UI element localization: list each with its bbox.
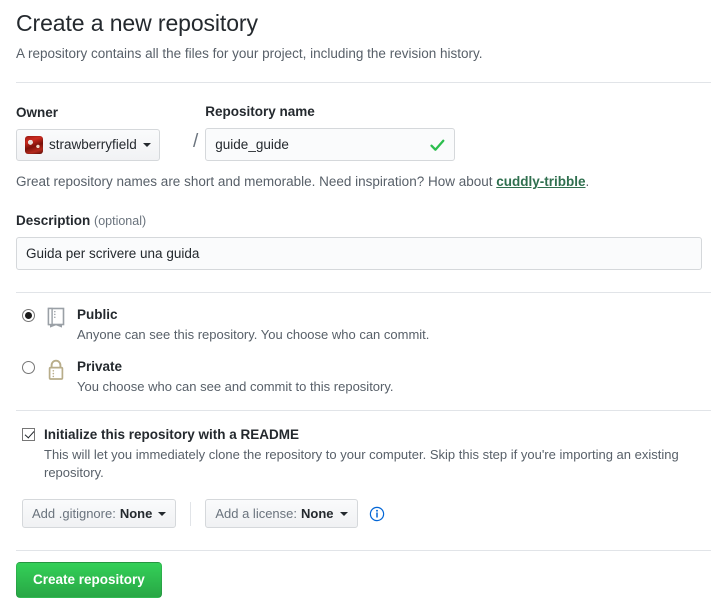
chevron-down-icon — [158, 511, 167, 516]
initialization-section: Initialize this repository with a README… — [0, 411, 727, 528]
gitignore-dropdown-button[interactable]: Add .gitignore: None — [22, 499, 177, 528]
chevron-down-icon — [142, 143, 151, 147]
repository-name-hint: Great repository names are short and mem… — [16, 173, 711, 191]
description-field: Description (optional) — [16, 212, 711, 270]
radio-private[interactable] — [22, 361, 35, 374]
visibility-public-text: Public Anyone can see this repository. Y… — [77, 306, 711, 344]
create-repository-form: Owner strawberryfield / Repository name — [0, 103, 727, 292]
submit-area: Create repository — [0, 551, 727, 598]
page-header: Create a new repository A repository con… — [0, 0, 727, 64]
lock-icon — [46, 358, 68, 381]
gitignore-dropdown-label: Add .gitignore: — [32, 506, 116, 521]
divider-header — [16, 82, 711, 83]
visibility-private-text: Private You choose who can see and commi… — [77, 358, 711, 396]
template-dropdowns-row: Add .gitignore: None Add a license: None — [16, 499, 711, 528]
readme-description: This will let you immediately clone the … — [44, 447, 679, 480]
visibility-section: Public Anyone can see this repository. Y… — [0, 293, 727, 396]
license-dropdown-value: None — [301, 506, 334, 521]
repository-name-input[interactable] — [205, 128, 456, 161]
owner-and-name-row: Owner strawberryfield / Repository name — [16, 103, 711, 161]
create-repository-page: Create a new repository A repository con… — [0, 0, 727, 598]
gitignore-dropdown-value: None — [119, 506, 153, 521]
repository-name-input-wrap — [205, 128, 456, 161]
chevron-down-icon — [339, 511, 348, 516]
repo-book-icon — [46, 306, 68, 329]
page-subtitle: A repository contains all the files for … — [16, 46, 483, 61]
hint-text-before: Great repository names are short and mem… — [16, 174, 497, 189]
owner-name-separator: / — [193, 131, 199, 152]
owner-name-label: strawberryfield — [49, 137, 137, 152]
readme-checkbox-row[interactable]: Initialize this repository with a README — [16, 426, 711, 443]
owner-label: Owner — [16, 105, 59, 120]
owner-dropdown-button[interactable]: strawberryfield — [16, 129, 160, 161]
visibility-public-title: Public — [77, 307, 118, 322]
dropdown-separator — [190, 501, 192, 526]
readme-label: Initialize this repository with a README — [44, 427, 300, 442]
description-label-text: Description — [16, 213, 91, 228]
visibility-option-private[interactable]: Private You choose who can see and commi… — [16, 358, 711, 396]
check-icon — [429, 136, 446, 153]
license-dropdown-button[interactable]: Add a license: None — [205, 499, 358, 528]
visibility-private-title: Private — [77, 359, 123, 374]
license-dropdown-label: Add a license: — [215, 506, 298, 521]
description-input[interactable] — [16, 237, 702, 270]
repository-name-field: Repository name — [205, 103, 456, 161]
hint-text-after: . — [585, 174, 590, 189]
owner-field: Owner strawberryfield — [16, 104, 186, 161]
info-circle-icon[interactable] — [369, 506, 385, 522]
visibility-public-description: Anyone can see this repository. You choo… — [77, 327, 430, 342]
description-label: Description (optional) — [16, 212, 711, 230]
create-repository-button[interactable]: Create repository — [16, 562, 162, 598]
visibility-option-public[interactable]: Public Anyone can see this repository. Y… — [16, 306, 711, 344]
user-avatar-icon — [25, 136, 43, 154]
description-optional-label: (optional) — [94, 214, 147, 228]
page-title: Create a new repository — [16, 10, 258, 36]
repository-name-label: Repository name — [205, 104, 315, 119]
readme-checkbox[interactable] — [22, 428, 35, 441]
radio-public[interactable] — [22, 309, 35, 322]
readme-block: Initialize this repository with a README… — [16, 411, 711, 528]
suggested-name-link[interactable]: cuddly-tribble — [496, 174, 585, 189]
visibility-private-description: You choose who can see and commit to thi… — [77, 379, 394, 394]
visibility-options: Public Anyone can see this repository. Y… — [16, 293, 711, 396]
